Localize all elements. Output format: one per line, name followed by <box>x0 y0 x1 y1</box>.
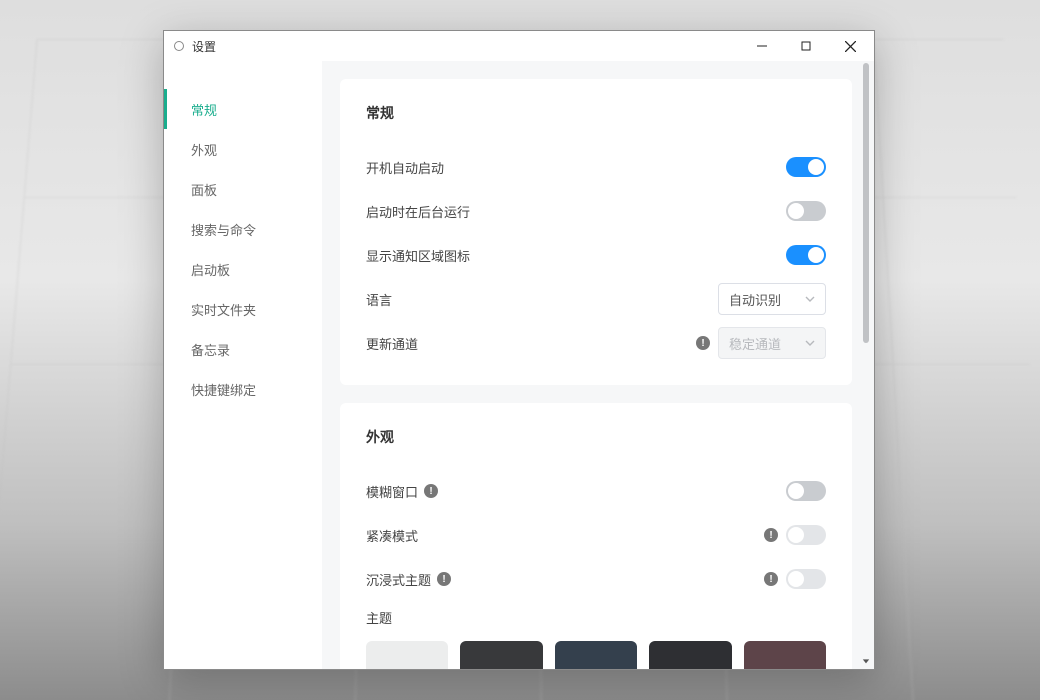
sidebar-item-panel[interactable]: 面板 <box>164 169 322 209</box>
minimize-button[interactable] <box>740 31 784 61</box>
window-title: 设置 <box>192 38 216 55</box>
info-icon[interactable]: ! <box>424 484 438 498</box>
select-language[interactable]: 自动识别 <box>718 283 826 315</box>
chevron-down-icon <box>805 338 815 348</box>
theme-swatch[interactable] <box>460 641 542 669</box>
sidebar-item-general[interactable]: 常规 <box>164 89 322 129</box>
scroll-down-icon[interactable] <box>858 653 874 669</box>
row-label: 显示通知区域图标 <box>366 246 470 265</box>
toggle-tray[interactable] <box>786 245 826 265</box>
row-tray: 显示通知区域图标 <box>366 233 826 277</box>
close-button[interactable] <box>828 31 872 61</box>
card-appearance: 外观 模糊窗口 ! 紧凑模式 ! <box>340 403 852 669</box>
maximize-button[interactable] <box>784 31 828 61</box>
select-channel: 稳定通道 <box>718 327 826 359</box>
sidebar-item-label: 面板 <box>191 180 217 199</box>
sidebar-item-livefolder[interactable]: 实时文件夹 <box>164 289 322 329</box>
card-general: 常规 开机自动启动 启动时在后台运行 显示通知区域图标 <box>340 79 852 385</box>
toggle-immersive <box>786 569 826 589</box>
toggle-autostart[interactable] <box>786 157 826 177</box>
select-value: 自动识别 <box>729 290 781 309</box>
select-value: 稳定通道 <box>729 334 781 353</box>
toggle-blur[interactable] <box>786 481 826 501</box>
content-scroll: 常规 开机自动启动 启动时在后台运行 显示通知区域图标 <box>340 79 868 669</box>
row-blur: 模糊窗口 ! <box>366 469 826 513</box>
theme-swatch[interactable] <box>366 641 448 669</box>
row-compact: 紧凑模式 ! <box>366 513 826 557</box>
theme-swatch[interactable] <box>649 641 731 669</box>
theme-swatches <box>366 641 826 669</box>
sidebar-item-appearance[interactable]: 外观 <box>164 129 322 169</box>
chevron-down-icon <box>805 294 815 304</box>
row-background: 启动时在后台运行 <box>366 189 826 233</box>
sidebar: 常规 外观 面板 搜索与命令 启动板 实时文件夹 备忘录 快捷键绑定 <box>164 61 322 669</box>
info-icon[interactable]: ! <box>696 336 710 350</box>
app-icon <box>174 41 184 51</box>
row-label: 语言 <box>366 290 392 309</box>
sidebar-item-search[interactable]: 搜索与命令 <box>164 209 322 249</box>
info-icon[interactable]: ! <box>437 572 451 586</box>
theme-swatch[interactable] <box>744 641 826 669</box>
row-immersive: 沉浸式主题 ! ! <box>366 557 826 601</box>
row-channel: 更新通道 ! 稳定通道 <box>366 321 826 365</box>
row-label: 更新通道 <box>366 334 418 353</box>
content-area: 常规 开机自动启动 启动时在后台运行 显示通知区域图标 <box>322 61 874 669</box>
row-label: 紧凑模式 <box>366 526 418 545</box>
toggle-background[interactable] <box>786 201 826 221</box>
card-title: 外观 <box>366 427 826 447</box>
client-area: 常规 外观 面板 搜索与命令 启动板 实时文件夹 备忘录 快捷键绑定 常规 开机… <box>164 61 874 669</box>
row-label: 启动时在后台运行 <box>366 202 470 221</box>
row-label: 模糊窗口 ! <box>366 482 438 501</box>
sidebar-item-label: 外观 <box>191 140 217 159</box>
sidebar-item-label: 实时文件夹 <box>191 300 256 319</box>
settings-window: 设置 常规 外观 面板 搜索与命令 启动板 实时文件夹 备忘录 快捷键绑定 <box>163 30 875 670</box>
sidebar-item-label: 搜索与命令 <box>191 220 256 239</box>
row-label: 沉浸式主题 ! <box>366 570 451 589</box>
row-label: 主题 <box>366 608 392 627</box>
sidebar-item-label: 快捷键绑定 <box>191 380 256 399</box>
row-autostart: 开机自动启动 <box>366 145 826 189</box>
sidebar-item-label: 启动板 <box>191 260 230 279</box>
scrollbar-thumb[interactable] <box>863 63 869 343</box>
info-icon[interactable]: ! <box>764 572 778 586</box>
sidebar-item-label: 备忘录 <box>191 340 230 359</box>
card-title: 常规 <box>366 103 826 123</box>
row-theme: 主题 <box>366 601 826 633</box>
toggle-compact <box>786 525 826 545</box>
row-language: 语言 自动识别 <box>366 277 826 321</box>
sidebar-item-label: 常规 <box>191 100 217 119</box>
sidebar-item-hotkeys[interactable]: 快捷键绑定 <box>164 369 322 409</box>
theme-swatch[interactable] <box>555 641 637 669</box>
sidebar-item-launchpad[interactable]: 启动板 <box>164 249 322 289</box>
row-label: 开机自动启动 <box>366 158 444 177</box>
titlebar: 设置 <box>164 31 874 61</box>
scrollbar[interactable] <box>858 63 874 669</box>
sidebar-item-memo[interactable]: 备忘录 <box>164 329 322 369</box>
info-icon[interactable]: ! <box>764 528 778 542</box>
